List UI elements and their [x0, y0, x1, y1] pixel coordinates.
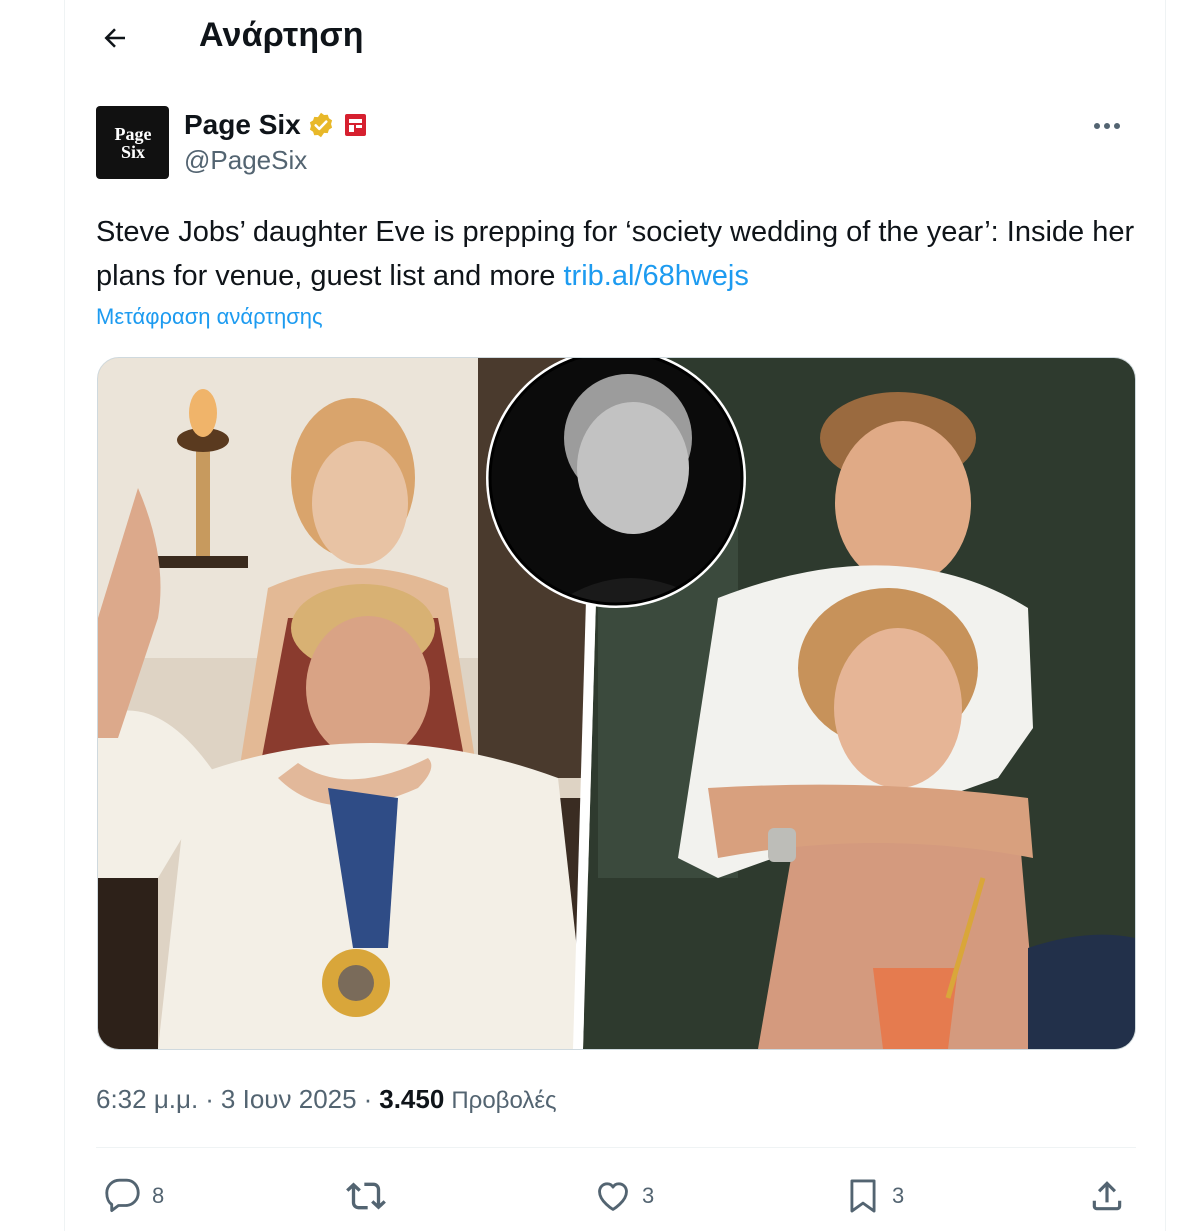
author-handle[interactable]: @PageSix [184, 145, 307, 176]
author-avatar[interactable]: Page Six [96, 106, 169, 179]
page-six-logo: Page Six [114, 124, 151, 162]
svg-text:Six: Six [120, 142, 144, 162]
action-bar: 8 3 3 [96, 1168, 1136, 1224]
bookmark-button[interactable]: 3 [844, 1168, 904, 1224]
page-title: Ανάρτηση [199, 16, 364, 54]
retweet-icon [346, 1182, 386, 1210]
bookmark-count: 3 [892, 1183, 905, 1208]
main-column: Ανάρτηση Page Six Page Six @PageSix Stev… [64, 0, 1166, 1231]
author-name-row: Page Six [184, 106, 369, 144]
retweet-button[interactable] [346, 1168, 396, 1224]
top-bar: Ανάρτηση [65, 0, 1165, 78]
reply-button[interactable]: 8 [104, 1168, 164, 1224]
views-count: 3.450 [379, 1084, 445, 1114]
reply-count: 8 [152, 1183, 165, 1208]
divider [96, 1147, 1136, 1148]
like-count: 3 [642, 1183, 655, 1208]
back-button[interactable] [91, 14, 139, 62]
tweet-text: Steve Jobs’ daughter Eve is prepping for… [96, 210, 1136, 298]
tweet-time[interactable]: 6:32 μ.μ. [96, 1084, 198, 1115]
arrow-left-icon [104, 28, 125, 48]
like-button[interactable]: 3 [594, 1168, 654, 1224]
views-label: Προβολές [451, 1087, 557, 1114]
affiliate-badge-icon[interactable] [341, 111, 369, 139]
author-display-name[interactable]: Page Six [184, 109, 301, 141]
heart-icon [598, 1182, 628, 1211]
tweet-date[interactable]: 3 Ιουν 2025 [221, 1084, 357, 1115]
tweet-link[interactable]: trib.al/68hwejs [563, 260, 748, 292]
verified-badge-icon[interactable] [307, 111, 335, 139]
tweet-media-image[interactable] [97, 357, 1136, 1050]
bookmark-icon [850, 1179, 876, 1213]
meta-separator: · [205, 1084, 214, 1114]
svg-text:Page: Page [114, 124, 151, 144]
share-button[interactable] [1088, 1168, 1126, 1224]
tweet-meta: 6:32 μ.μ. · 3 Ιουν 2025 · 3.450 Προβολές [96, 1084, 557, 1115]
reply-icon [105, 1178, 140, 1212]
translate-post-link[interactable]: Μετάφραση ανάρτησης [96, 304, 323, 330]
more-horizontal-icon [1094, 123, 1120, 129]
more-options-button[interactable] [1085, 106, 1129, 146]
share-icon [1092, 1181, 1122, 1211]
meta-separator: · [363, 1084, 373, 1114]
